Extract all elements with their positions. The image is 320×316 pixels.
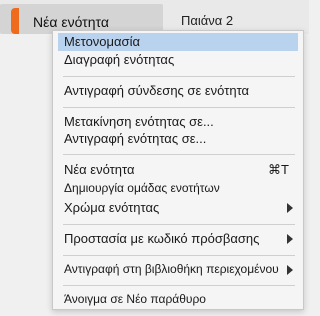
- context-menu: Μετονομασία Διαγραφή ενότητας Αντιγραφή …: [52, 30, 304, 310]
- submenu-arrow-icon: [287, 265, 293, 275]
- section-tab-bar: Νέα ενότητα Παιάνα 2: [0, 0, 309, 34]
- menu-item-copy-to-content-library[interactable]: Αντιγραφή στη βιβλιοθήκη περιεχομένου: [53, 261, 303, 279]
- menu-item-label: Αντιγραφή σύνδεσης σε ενότητα: [64, 83, 250, 98]
- menu-item-copy-link[interactable]: Αντιγραφή σύνδεσης σε ενότητα: [53, 82, 303, 100]
- menu-item-rename[interactable]: Μετονομασία: [58, 33, 298, 51]
- menu-item-label: Διαγραφή ενότητας: [64, 52, 175, 67]
- section-tab-other[interactable]: Παιάνα 2: [181, 13, 233, 28]
- menu-item-copy-section[interactable]: Αντιγραφή ενότητας σε...: [53, 130, 303, 148]
- menu-separator: [63, 76, 295, 77]
- menu-item-new-section[interactable]: Νέα ενότητα ⌘T: [53, 161, 303, 179]
- menu-item-label: Μετακίνηση ενότητας σε...: [64, 114, 214, 129]
- menu-separator: [63, 107, 295, 108]
- menu-item-new-section-group[interactable]: Δημιουργία ομάδας ενοτήτων: [53, 180, 303, 198]
- menu-item-password-protect[interactable]: Προστασία με κωδικό πρόσβασης: [53, 230, 303, 248]
- menu-item-move-section[interactable]: Μετακίνηση ενότητας σε...: [53, 113, 303, 131]
- menu-separator: [63, 154, 295, 155]
- menu-item-delete-section[interactable]: Διαγραφή ενότητας: [53, 51, 303, 69]
- menu-item-label: Άνοιγμα σε Νέο παράθυρο: [64, 292, 206, 306]
- menu-item-label: Αντιγραφή ενότητας σε...: [64, 131, 207, 146]
- submenu-arrow-icon: [287, 203, 293, 213]
- menu-item-shortcut: ⌘T: [268, 162, 289, 177]
- menu-item-label: Μετονομασία: [64, 34, 140, 49]
- section-tab-label: Νέα ενότητα: [33, 14, 109, 30]
- menu-item-label: Αντιγραφή στη βιβλιοθήκη περιεχομένου: [64, 262, 279, 276]
- menu-item-section-color[interactable]: Χρώμα ενότητας: [53, 199, 303, 217]
- menu-item-label: Νέα ενότητα: [64, 162, 135, 177]
- submenu-arrow-icon: [287, 234, 293, 244]
- menu-item-open-new-window[interactable]: Άνοιγμα σε Νέο παράθυρο: [53, 291, 303, 309]
- menu-item-label: Δημιουργία ομάδας ενοτήτων: [64, 181, 220, 195]
- menu-item-label: Προστασία με κωδικό πρόσβασης: [64, 231, 260, 246]
- menu-separator: [63, 285, 295, 286]
- menu-separator: [63, 224, 295, 225]
- section-color-marker: [11, 8, 19, 34]
- menu-item-label: Χρώμα ενότητας: [64, 200, 160, 215]
- menu-separator: [63, 255, 295, 256]
